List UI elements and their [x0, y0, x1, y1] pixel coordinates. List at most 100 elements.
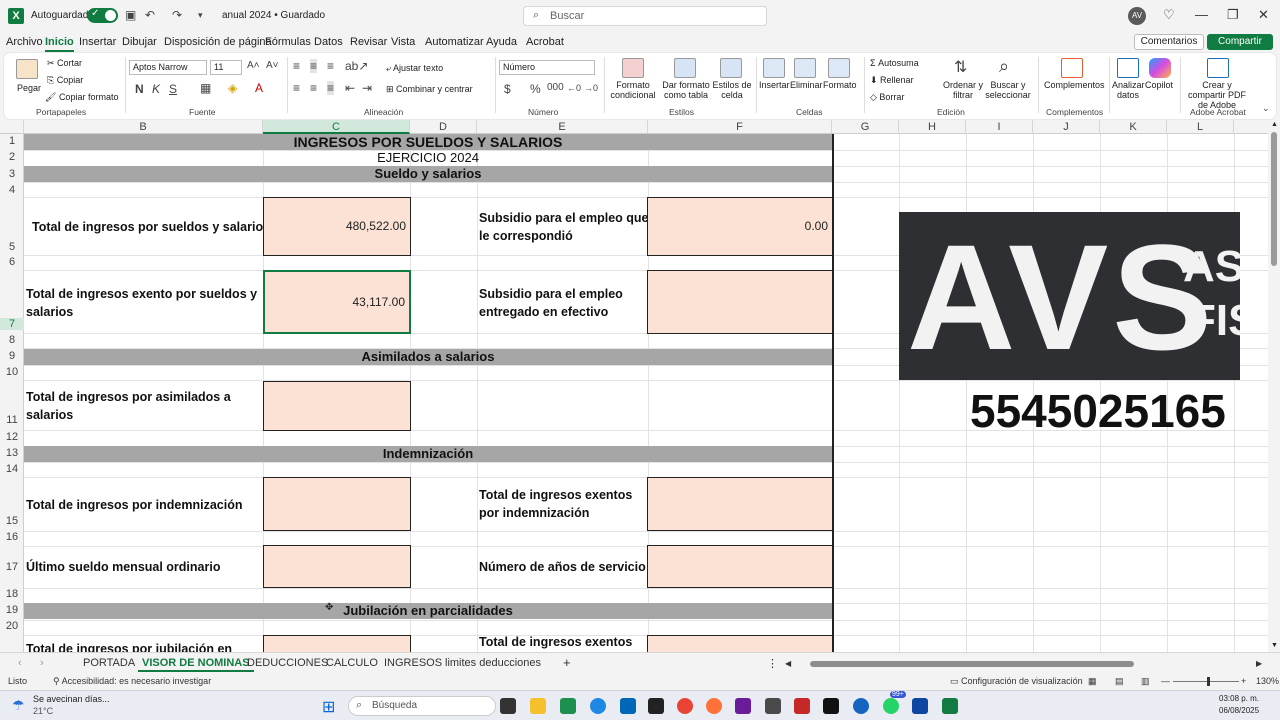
- row-header[interactable]: 7: [0, 318, 24, 330]
- align-center-icon[interactable]: ≡: [310, 81, 317, 95]
- format-cells-label[interactable]: Formato: [823, 80, 857, 90]
- row-header[interactable]: 14: [0, 463, 24, 475]
- section-asimilados[interactable]: Asimilados a salarios: [24, 349, 832, 365]
- find-icon[interactable]: ⌕: [999, 56, 1009, 77]
- row-header[interactable]: 17: [0, 561, 24, 573]
- tab-ayuda[interactable]: Ayuda: [486, 36, 517, 48]
- analyze-data-icon[interactable]: [1117, 58, 1139, 78]
- row-header[interactable]: 20: [0, 620, 24, 632]
- tab-revisar[interactable]: Revisar: [350, 36, 387, 48]
- windows-start-icon[interactable]: ⊞: [322, 697, 335, 717]
- row-header[interactable]: 10: [0, 366, 24, 378]
- row-header[interactable]: 1: [0, 135, 24, 147]
- zoom-in-icon[interactable]: +: [1241, 676, 1246, 686]
- row-header[interactable]: 16: [0, 531, 24, 543]
- app-icon[interactable]: [912, 698, 928, 714]
- format-painter-button[interactable]: 🖌 Copiar formato: [45, 92, 118, 103]
- zoom-level[interactable]: 130%: [1256, 676, 1279, 686]
- app-icon[interactable]: [853, 698, 869, 714]
- subsidio-efectivo-label[interactable]: Subsidio para el empleo entregado en efe…: [479, 285, 649, 321]
- row-header[interactable]: 19: [0, 604, 24, 616]
- file-explorer-icon[interactable]: [530, 698, 546, 714]
- row-header[interactable]: 6: [0, 256, 24, 268]
- vertical-scrollbar[interactable]: ▲ ▼: [1268, 120, 1280, 652]
- collapse-ribbon-icon[interactable]: ⌄: [1262, 103, 1270, 114]
- align-middle-icon[interactable]: ≡: [310, 59, 318, 73]
- merge-center-button[interactable]: ⊞ Combinar y centrar: [386, 84, 473, 95]
- select-all-corner[interactable]: [0, 120, 24, 134]
- page-layout-icon[interactable]: ▤: [1115, 676, 1124, 687]
- column-header-i[interactable]: I: [966, 120, 1033, 134]
- tab-inicio[interactable]: Inicio: [45, 36, 74, 52]
- format-as-table-icon[interactable]: [674, 58, 696, 78]
- sheet-tab-calculo[interactable]: CALCULO: [326, 657, 378, 669]
- font-color-icon[interactable]: A: [255, 81, 263, 95]
- sort-filter-icon[interactable]: ⇅: [954, 57, 967, 77]
- sheet-tab-limites[interactable]: limites deducciones: [445, 657, 541, 669]
- fill-color-icon[interactable]: ◈: [228, 81, 237, 95]
- section-sueldos[interactable]: Sueldo y salarios: [24, 166, 832, 182]
- autosum-button[interactable]: Σ Autosuma: [870, 58, 919, 68]
- paste-label[interactable]: Pegar: [17, 83, 41, 93]
- copilot-icon[interactable]: [1149, 58, 1171, 78]
- cut-button[interactable]: ✂ Cortar: [47, 58, 82, 69]
- save-icon[interactable]: ▣: [125, 8, 136, 22]
- vertical-scroll-thumb[interactable]: [1271, 132, 1277, 266]
- section-jubilacion[interactable]: Jubilación en parcialidades: [24, 603, 832, 619]
- avatar[interactable]: AV: [1128, 7, 1146, 25]
- exento-sueldos-cell[interactable]: 43,117.00: [263, 270, 411, 334]
- bold-icon[interactable]: N: [135, 82, 144, 96]
- column-header-f[interactable]: F: [648, 120, 832, 134]
- sheet-tab-visor[interactable]: VISOR DE NOMINAS: [138, 657, 254, 672]
- cell-styles-icon[interactable]: [720, 58, 742, 78]
- tab-archivo[interactable]: Archivo: [6, 36, 43, 48]
- phone-number[interactable]: 5545025165: [970, 384, 1226, 438]
- share-button[interactable]: Compartir: [1207, 34, 1273, 50]
- more-options-icon[interactable]: ⋮: [767, 657, 778, 670]
- find-select-label[interactable]: Buscar y seleccionar: [982, 80, 1034, 100]
- insert-cells-icon[interactable]: [763, 58, 785, 78]
- create-pdf-label[interactable]: Crear y compartir PDF de Adobe: [1184, 80, 1250, 110]
- sat-icon[interactable]: [823, 698, 839, 714]
- copy-button[interactable]: ⎘ Copiar: [47, 75, 83, 86]
- addins-icon[interactable]: [1061, 58, 1083, 78]
- indemnizacion-label[interactable]: Total de ingresos por indemnización: [26, 496, 242, 514]
- autosave-toggle[interactable]: ✓: [87, 8, 118, 23]
- jubilacion-exentos-label[interactable]: Total de ingresos exentos: [479, 633, 632, 651]
- tab-disposicion[interactable]: Disposición de página: [164, 36, 272, 48]
- column-header-j[interactable]: J: [1033, 120, 1100, 134]
- column-header-d[interactable]: D: [410, 120, 477, 134]
- horizontal-scroll-thumb[interactable]: [810, 661, 1134, 667]
- row-header[interactable]: 2: [0, 151, 24, 163]
- underline-icon[interactable]: S: [169, 82, 177, 96]
- conditional-format-icon[interactable]: [622, 58, 644, 78]
- sat-icon[interactable]: [648, 698, 664, 714]
- align-left-icon[interactable]: ≡: [293, 81, 300, 95]
- app-icon[interactable]: [794, 698, 810, 714]
- whatsapp-icon[interactable]: [883, 698, 899, 714]
- scroll-down-icon[interactable]: ▼: [1271, 642, 1278, 649]
- wrap-text-button[interactable]: ⤶ Ajustar texto: [386, 63, 443, 74]
- decrease-font-icon[interactable]: A˅: [266, 60, 279, 71]
- align-right-icon[interactable]: ≡: [327, 81, 335, 95]
- borders-icon[interactable]: ▦: [200, 81, 211, 95]
- orientation-icon[interactable]: ab↗: [345, 59, 368, 73]
- scroll-right-icon[interactable]: ▶: [1256, 659, 1262, 668]
- italic-icon[interactable]: K: [152, 82, 160, 96]
- align-top-icon[interactable]: ≡: [293, 59, 300, 73]
- lightbulb-icon[interactable]: ♡: [1163, 7, 1175, 23]
- tab-datos[interactable]: Datos: [314, 36, 343, 48]
- copilot-label[interactable]: Copilot: [1145, 80, 1173, 90]
- delete-cells-icon[interactable]: [794, 58, 816, 78]
- tab-vista[interactable]: Vista: [391, 36, 415, 48]
- row-header[interactable]: 8: [0, 334, 24, 346]
- normal-view-icon[interactable]: ▦: [1088, 676, 1097, 687]
- spreadsheet-grid[interactable]: INGRESOS POR SUELDOS Y SALARIOS EJERCICI…: [24, 134, 1268, 652]
- currency-icon[interactable]: $: [504, 82, 511, 96]
- row-header[interactable]: 3: [0, 168, 24, 180]
- redo-icon[interactable]: ↷: [172, 8, 182, 22]
- decrease-decimal-icon[interactable]: →0: [584, 83, 598, 93]
- minimize-button[interactable]: —: [1195, 7, 1208, 22]
- asimilados-label[interactable]: Total de ingresos por asimilados a salar…: [26, 388, 258, 424]
- undo-icon[interactable]: ↶: [145, 8, 155, 22]
